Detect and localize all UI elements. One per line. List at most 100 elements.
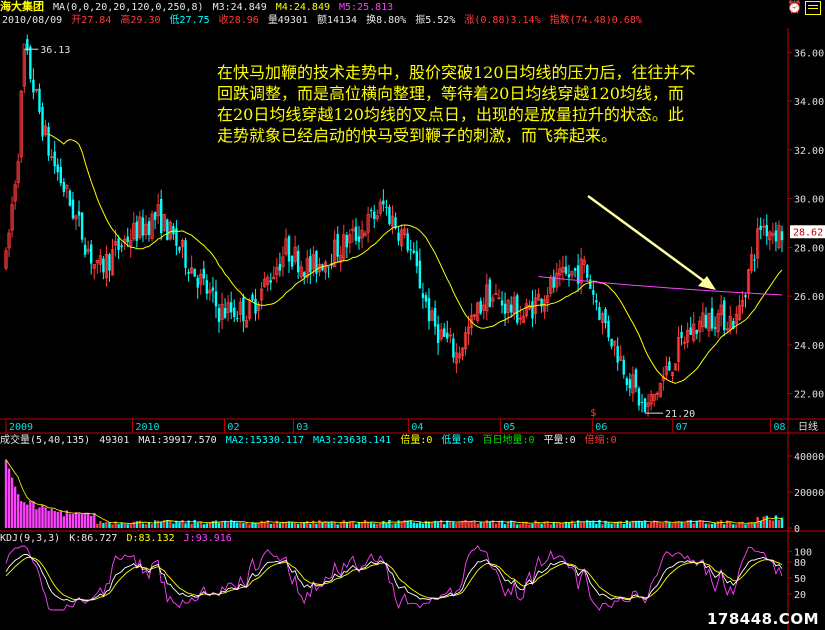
volume-bar	[762, 516, 765, 528]
volume-bar	[729, 522, 732, 528]
candle-body	[254, 298, 257, 314]
volume-bar	[455, 522, 458, 528]
volume-bar	[780, 517, 784, 528]
volume-bar	[637, 521, 641, 528]
price-tick-label: 30.00	[794, 195, 824, 206]
volume-bar	[549, 524, 552, 528]
volume-bar	[296, 523, 300, 528]
volume-bar	[391, 523, 394, 528]
candle-body	[83, 244, 87, 255]
volume-bar	[7, 468, 11, 528]
volume-bar	[333, 521, 336, 528]
volume-bar	[409, 520, 412, 528]
volume-bar	[656, 521, 659, 528]
volume-bar	[217, 522, 221, 528]
volume-bar	[327, 521, 330, 528]
volume-bar	[102, 522, 105, 528]
volume-bar	[211, 521, 215, 528]
time-tick-label: 03	[296, 422, 308, 433]
candle-body	[90, 244, 93, 264]
annotation-arrow-shaft	[587, 194, 709, 286]
candle-body	[622, 359, 625, 375]
volume-bar	[516, 524, 519, 528]
volume-bar	[290, 522, 294, 528]
volume-panel-header: 成交量(5,40,135) 49301 MA1:39917.570 MA2:15…	[0, 434, 790, 448]
candle-body	[412, 250, 415, 253]
volume-bar	[360, 522, 364, 528]
volume-bar	[96, 523, 99, 528]
volume-bei: 倍量:0	[400, 435, 433, 446]
candle-body	[205, 280, 209, 294]
candle-body	[56, 164, 59, 173]
volume-bar	[476, 523, 479, 528]
volume-bar	[753, 523, 756, 528]
candle-body	[108, 254, 111, 271]
volume-bar	[777, 519, 781, 528]
volume-bar	[62, 516, 66, 528]
kdj-k: K:86.727	[69, 533, 118, 544]
volume-bar	[38, 507, 41, 528]
candle-body	[172, 226, 175, 235]
candle-body	[184, 240, 187, 268]
volume-bar	[330, 522, 333, 528]
candle-body	[278, 263, 282, 271]
volume-bar	[610, 523, 613, 528]
volume-bar	[80, 513, 84, 528]
candle-body	[62, 182, 66, 192]
candle-body	[531, 301, 534, 319]
volume-bar	[41, 504, 44, 528]
volume-bar	[306, 521, 309, 528]
candle-body	[345, 235, 349, 248]
candle-body	[269, 280, 272, 283]
volume-bar	[135, 521, 139, 528]
candle-body	[479, 300, 482, 314]
annotation-text: 在快马加鞭的技术走势中，股价突破120日均线的压力后，往往并不回跌调整，而是高位…	[217, 63, 696, 145]
price-tick-label: 34.00	[794, 97, 824, 108]
candle-body	[193, 268, 196, 277]
volume-bar	[412, 522, 415, 528]
volume-bar	[369, 522, 373, 528]
volume-bar	[126, 524, 129, 528]
volume-bar	[68, 513, 72, 528]
candle-body	[336, 234, 339, 257]
candle-body	[643, 398, 647, 413]
volume-bar	[29, 501, 32, 528]
current-price-label: 28.62	[793, 227, 823, 238]
kdj-tick-label: 80	[794, 558, 806, 569]
volume-bar	[351, 522, 355, 528]
volume-bar	[156, 520, 160, 528]
volume-bar	[257, 522, 260, 528]
time-tick-label: 2010	[135, 422, 159, 433]
volume-tick-label: 400000	[794, 452, 825, 463]
volume-bar	[47, 510, 50, 528]
candle-body	[160, 198, 163, 234]
candle-body	[668, 361, 671, 371]
volume-bar	[662, 522, 665, 528]
candle-body	[53, 151, 56, 167]
volume-bar	[464, 519, 467, 528]
candle-body	[418, 260, 422, 289]
volume-bar	[10, 477, 14, 528]
volume-ping: 平量:0	[543, 435, 576, 446]
volume-bar	[479, 521, 482, 528]
time-tick-label: 02	[227, 422, 239, 433]
candle-body	[595, 300, 598, 303]
candle-body	[744, 294, 747, 298]
volume-bar	[220, 521, 224, 528]
kdj-tick-label: 100	[794, 547, 812, 558]
candle-body	[357, 236, 361, 242]
volume-bar	[668, 522, 671, 528]
volume-bar	[558, 522, 562, 528]
volume-bar	[738, 522, 741, 528]
candle-body	[354, 226, 358, 241]
price-tick-label: 28.00	[794, 243, 824, 254]
volume-bar	[202, 524, 206, 528]
candle-body	[388, 206, 391, 225]
candle-body	[680, 331, 683, 338]
volume-bar	[65, 510, 69, 528]
candle-body	[242, 297, 245, 322]
volume-bar	[449, 521, 452, 528]
candle-body	[592, 290, 595, 295]
volume-bar	[26, 504, 29, 528]
volume-bar	[324, 521, 327, 528]
